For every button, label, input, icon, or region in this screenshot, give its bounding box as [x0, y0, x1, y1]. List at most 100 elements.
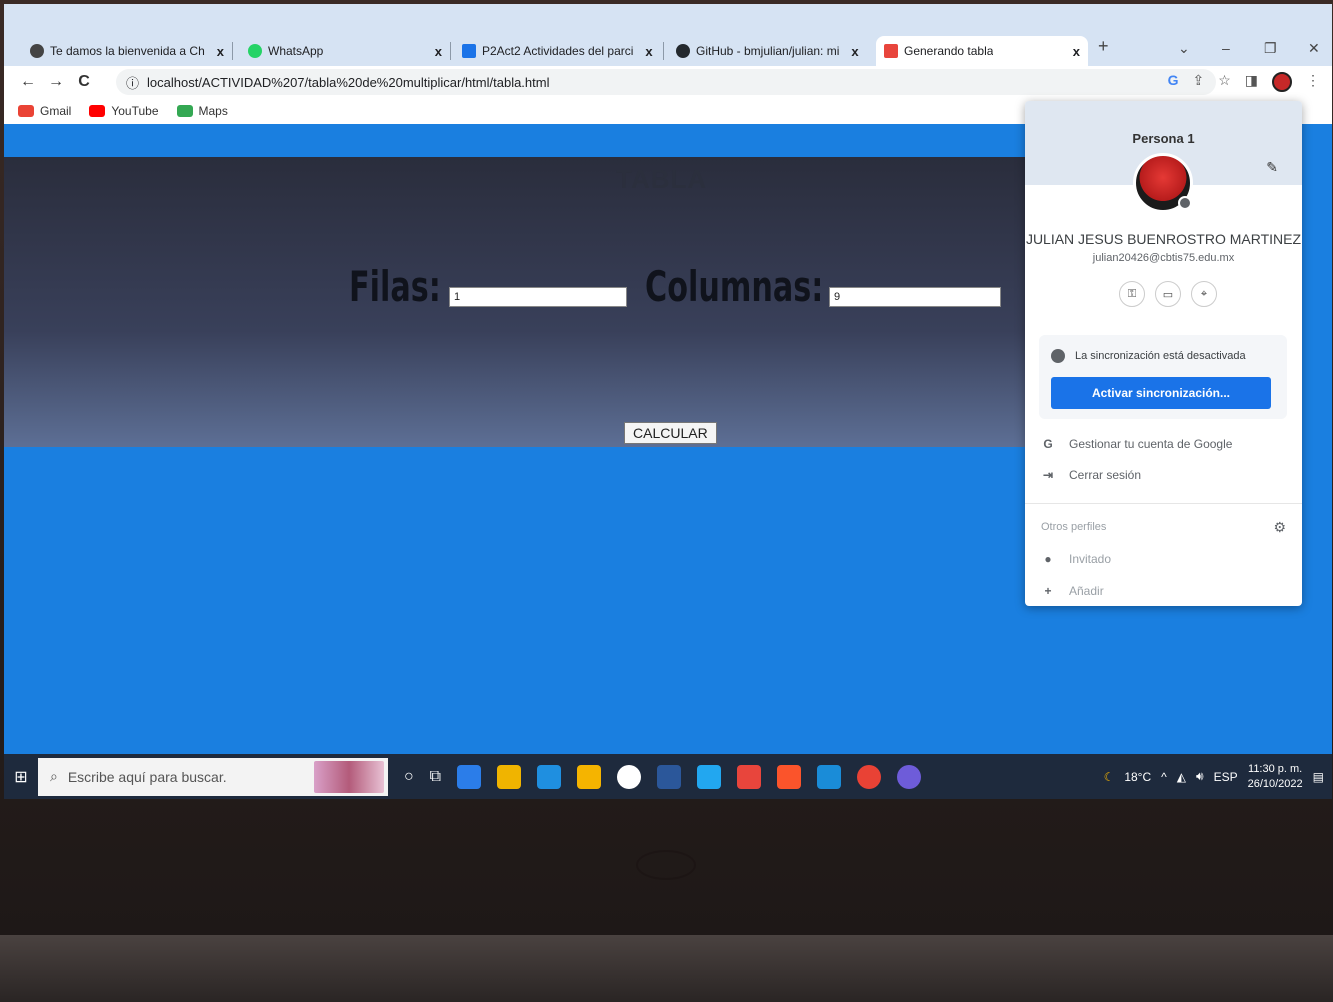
xampp-icon: [884, 44, 898, 58]
reload-button[interactable]: C: [70, 73, 98, 91]
edge-icon[interactable]: [457, 764, 482, 789]
search-icon: ⌕: [50, 768, 58, 784]
dell-icon[interactable]: [617, 764, 642, 789]
laptop-logo: [636, 850, 696, 880]
profile-menu: Persona 1 ✎ JULIAN JESUS BUENROSTRO MART…: [1025, 101, 1302, 606]
new-tab-button[interactable]: +: [1098, 36, 1109, 57]
weather-moon-icon[interactable]: ☾: [1104, 770, 1115, 784]
bookmark-gmail[interactable]: Gmail: [18, 104, 71, 118]
manage-google-account[interactable]: G Gestionar tu cuenta de Google: [1041, 437, 1232, 451]
turn-on-sync-button[interactable]: Activar sincronización...: [1051, 377, 1271, 409]
brave-icon[interactable]: [777, 764, 802, 789]
clock-date: 26/10/2022: [1247, 777, 1303, 790]
restore-button[interactable]: ❐: [1264, 40, 1277, 57]
pencil-icon[interactable]: ✎: [1266, 159, 1278, 176]
sync-card: La sincronización está desactivada Activ…: [1039, 335, 1287, 419]
temperature[interactable]: 18°C: [1124, 770, 1151, 784]
forward-button[interactable]: →: [42, 73, 70, 91]
quick-actions: ⚿ ▭ ⌖: [1119, 281, 1217, 307]
bookmark-label: Maps: [198, 104, 228, 118]
address-bar[interactable]: ⓘ localhost/ACTIVIDAD%207/tabla%20de%20m…: [116, 69, 1216, 95]
sign-out[interactable]: ⇥ Cerrar sesión: [1041, 468, 1141, 482]
system-tray: ☾ 18°C ^ ◭ 🔊︎ ESP 11:30 p. m. 26/10/2022…: [1104, 754, 1324, 799]
tab-title: Te damos la bienvenida a Ch: [50, 44, 205, 58]
terminal-icon[interactable]: [817, 764, 842, 789]
close-icon[interactable]: x: [645, 44, 652, 59]
youtube-icon: [89, 105, 106, 117]
avatar: [1133, 153, 1193, 213]
close-icon[interactable]: x: [435, 44, 442, 59]
window-close-button[interactable]: ✕: [1308, 40, 1320, 57]
tab-welcome[interactable]: Te damos la bienvenida a Ch x: [22, 36, 232, 66]
divider: [1025, 503, 1302, 504]
tab-strip: Te damos la bienvenida a Ch x WhatsApp x…: [4, 4, 1332, 66]
columns-input[interactable]: [829, 287, 1001, 307]
toolbar-actions: G ⇪ ☆ ◨ ⋮: [1168, 72, 1320, 92]
google-g-icon: G: [1043, 437, 1053, 451]
account-full-name: JULIAN JESUS BUENROSTRO MARTINEZ: [1025, 231, 1302, 247]
tab-whatsapp[interactable]: WhatsApp x: [240, 36, 450, 66]
bookmark-youtube[interactable]: YouTube: [89, 104, 159, 118]
tab-title: Generando tabla: [904, 44, 994, 58]
bookmark-label: YouTube: [111, 104, 159, 118]
xampp-icon[interactable]: [737, 764, 762, 789]
taskbar-search[interactable]: ⌕ Escribe aquí para buscar.: [38, 757, 388, 796]
key-icon[interactable]: ⚿: [1119, 281, 1145, 307]
menu-icon[interactable]: ⋮: [1306, 72, 1320, 92]
whatsapp-icon: [248, 44, 262, 58]
tab-separator: [450, 42, 451, 60]
github-icon: [676, 44, 690, 58]
sync-status: La sincronización está desactivada: [1051, 349, 1246, 363]
tab-separator: [663, 42, 664, 60]
github-desktop-icon[interactable]: [897, 764, 922, 789]
close-icon[interactable]: x: [1073, 44, 1080, 59]
file-explorer-icon[interactable]: [497, 764, 522, 789]
language-indicator[interactable]: ESP: [1214, 770, 1238, 784]
bookmark-maps[interactable]: Maps: [176, 104, 228, 118]
cortana-icon[interactable]: ○: [404, 768, 414, 786]
task-view-icon[interactable]: ⧉: [430, 768, 441, 786]
bookmark-label: Gmail: [40, 104, 72, 118]
guest-profile[interactable]: ● Invitado: [1041, 552, 1111, 566]
calculate-button[interactable]: CALCULAR: [624, 422, 717, 444]
store-icon[interactable]: [577, 764, 602, 789]
side-panel-icon[interactable]: ◨: [1245, 72, 1258, 92]
vscode-icon[interactable]: [697, 764, 722, 789]
tab-github[interactable]: GitHub - bmjulian/julian: mi x: [668, 36, 867, 66]
screen: Te damos la bienvenida a Ch x WhatsApp x…: [4, 4, 1332, 799]
add-profile[interactable]: + Añadir: [1041, 584, 1103, 598]
chrome-taskbar-icon[interactable]: [857, 764, 882, 789]
network-icon[interactable]: ◭: [1177, 770, 1186, 784]
credit-card-icon[interactable]: ▭: [1155, 281, 1181, 307]
close-icon[interactable]: x: [217, 44, 224, 59]
share-icon[interactable]: ⇪: [1192, 72, 1204, 92]
volume-icon[interactable]: 🔊︎: [1196, 769, 1204, 784]
maps-icon: [176, 105, 193, 117]
rows-input[interactable]: [449, 287, 627, 307]
mail-icon[interactable]: [537, 764, 562, 789]
search-highlight-image: [314, 760, 384, 793]
address-url[interactable]: localhost/ACTIVIDAD%207/tabla%20de%20mul…: [147, 75, 549, 90]
tab-title: WhatsApp: [268, 44, 324, 58]
person-icon: ●: [1044, 552, 1052, 566]
word-icon[interactable]: [657, 764, 682, 789]
tab-generando-tabla[interactable]: Generando tabla x: [876, 36, 1088, 66]
location-pin-icon[interactable]: ⌖: [1191, 281, 1217, 307]
clock[interactable]: 11:30 p. m. 26/10/2022: [1248, 762, 1303, 792]
google-icon[interactable]: G: [1168, 72, 1179, 92]
gear-icon[interactable]: ⚙: [1273, 519, 1286, 536]
tab-search-dropdown[interactable]: ⌄: [1178, 40, 1190, 57]
tab-separator: [232, 42, 233, 60]
notifications-icon[interactable]: ▤: [1313, 770, 1324, 784]
close-icon[interactable]: x: [851, 44, 858, 59]
profile-avatar-button[interactable]: [1272, 72, 1292, 92]
tab-p2act2[interactable]: P2Act2 Actividades del parci x: [454, 36, 661, 66]
windows-start-icon[interactable]: ⊞: [4, 767, 38, 787]
star-icon[interactable]: ☆: [1218, 72, 1231, 92]
back-button[interactable]: ←: [14, 73, 42, 91]
tray-chevron-icon[interactable]: ^: [1161, 770, 1167, 784]
sync-status-text: La sincronización está desactivada: [1075, 350, 1246, 362]
info-icon[interactable]: ⓘ: [126, 73, 139, 92]
minimize-button[interactable]: –: [1222, 40, 1230, 56]
rows-label: Filas:: [349, 262, 441, 311]
